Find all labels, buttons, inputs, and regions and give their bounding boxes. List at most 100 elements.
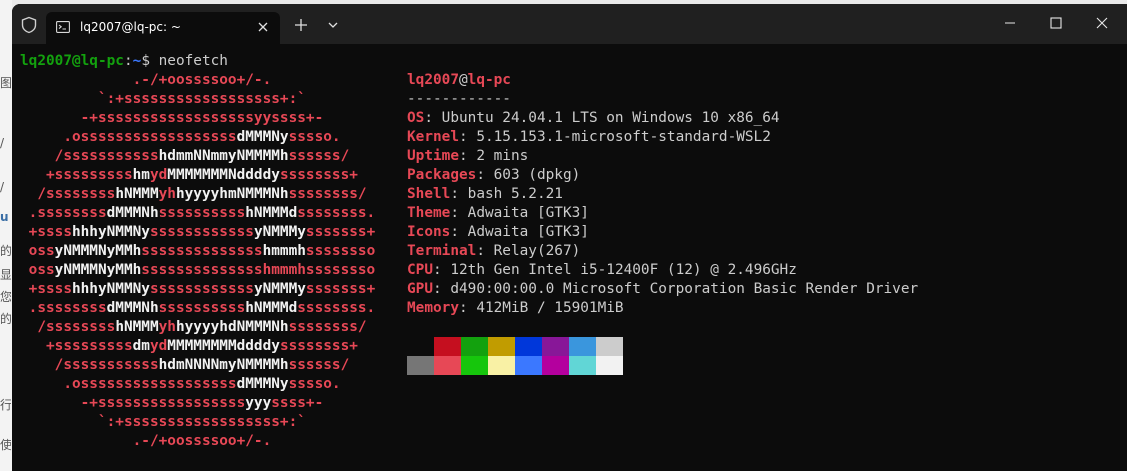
close-icon[interactable] (1096, 17, 1108, 29)
logo-segment: /sssssssssss (20, 357, 159, 373)
prompt-dollar: $ (141, 53, 159, 69)
logo-segment: -+ssssssssssssssssssyyssss+- (20, 110, 324, 126)
minimize-icon[interactable] (1004, 17, 1016, 29)
logo-segment: MMMMMMMNddddy (167, 167, 280, 183)
logo-segment: ssssssssss (158, 205, 246, 221)
logo-segment: +ssss (20, 224, 72, 240)
info-field-label: Uptime (407, 148, 459, 164)
logo-segment: ssssssss/ (288, 186, 367, 202)
logo-segment: hNMMM (115, 319, 159, 335)
logo-line: ossyNMMMNyMMhsssssssssssssshmmmhssssssso (20, 242, 376, 261)
logo-segment: sssssssssssssshmmmhssssssso (141, 262, 376, 278)
logo-segment: yd (149, 338, 168, 354)
logo-segment: ssssssso (305, 243, 376, 259)
info-field-gpu: GPU: d490:00:00.0 Microsoft Corporation … (407, 280, 918, 299)
logo-segment: hm (132, 167, 150, 183)
logo-segment: ssssssssssss (149, 281, 254, 297)
color-swatch (596, 356, 623, 375)
logo-segment: yyy (245, 395, 272, 411)
info-field-value: 412MiB / 15901MiB (476, 300, 624, 316)
logo-segment: oss (20, 243, 55, 259)
background-text-fragment: 的 (0, 312, 11, 326)
color-swatch (542, 337, 569, 356)
plus-icon[interactable] (294, 18, 308, 32)
info-field-label: Packages (407, 167, 477, 183)
color-swatch (596, 337, 623, 356)
info-field-colon: : (476, 243, 494, 259)
logo-line: .-/+oossssoo+/-. (20, 71, 272, 90)
logo-segment: yh (158, 186, 176, 202)
info-field-os: OS: Ubuntu 24.04.1 LTS on Windows 10 x86… (407, 109, 780, 128)
background-text-fragment: u (0, 210, 9, 224)
logo-segment: hyyyyhdNMMMNh (175, 319, 289, 335)
background-text-fragment: 显 (0, 268, 11, 282)
maximize-icon[interactable] (1050, 17, 1062, 29)
info-field-kernel: Kernel: 5.15.153.1-microsoft-standard-WS… (407, 128, 771, 147)
logo-segment: hdmNNNNmyNMMMMh (158, 357, 289, 373)
background-window-strip: 图 / / u 的 显 您 的 行 使 (0, 0, 12, 471)
color-swatch (542, 356, 569, 375)
color-swatch (515, 337, 542, 356)
info-field-memory: Memory: 412MiB / 15901MiB (407, 299, 624, 318)
shield-icon[interactable] (20, 16, 38, 34)
logo-line: .-/+oossssoo+/-. (20, 432, 272, 451)
background-text-fragment: 您 (0, 290, 11, 304)
logo-segment: hNMMMd (245, 205, 298, 221)
logo-segment: hhhyNMMNy (71, 224, 150, 240)
tab-terminal[interactable]: lq2007@lq-pc: ~ (46, 12, 280, 44)
info-field-label: CPU (407, 262, 433, 278)
prompt-path: ~ (132, 53, 142, 69)
info-separator: ------------ (407, 91, 511, 107)
logo-segment: yNMMMy (253, 281, 306, 297)
prompt-line: lq2007@lq-pc:~$ neofetch (20, 52, 228, 71)
info-user: lq2007 (407, 72, 459, 88)
info-field-colon: : (458, 129, 477, 145)
title-bar[interactable]: lq2007@lq-pc: ~ (12, 4, 1127, 44)
info-field-value: Adwaita [GTK3] (467, 224, 589, 240)
logo-segment: sssssss+ (305, 224, 376, 240)
logo-segment: ssssssss/ (288, 319, 367, 335)
logo-segment: hmmmh (262, 243, 306, 259)
logo-segment: MMMMMMMMddddy (167, 338, 280, 354)
logo-line: +sssshhhyNMMNyssssssssssssyNMMMysssssss+ (20, 280, 376, 299)
info-field-colon: : (424, 110, 442, 126)
chevron-down-icon[interactable] (328, 22, 338, 28)
logo-segment: ssssssss. (297, 205, 376, 221)
info-field-value: Adwaita [GTK3] (467, 205, 589, 221)
color-swatch (461, 356, 488, 375)
info-field-colon: : (433, 281, 451, 297)
terminal-tab-icon (56, 21, 70, 33)
logo-segment: dm (132, 338, 150, 354)
logo-segment: ssssssss. (297, 300, 376, 316)
color-swatch (434, 356, 461, 375)
logo-segment: hdmmNNmmyNMMMMh (158, 148, 289, 164)
logo-segment: ssssssssss (158, 300, 246, 316)
logo-segment: .ssssssss (20, 300, 107, 316)
logo-line: /ssssssssssshdmmNNmmyNMMMMhssssss/ (20, 147, 350, 166)
logo-segment: ssssss/ (288, 148, 350, 164)
background-text-fragment: 行 (0, 398, 11, 412)
info-host: lq-pc (467, 72, 511, 88)
logo-segment: yNMMMNyMMh (54, 243, 142, 259)
logo-line: .ossssssssssssssssssdMMMNysssso. (20, 128, 340, 147)
info-field-cpu: CPU: 12th Gen Intel i5-12400F (12) @ 2.4… (407, 261, 797, 280)
logo-segment: ssssssss+ (279, 338, 358, 354)
logo-segment: dMMMNh (106, 300, 159, 316)
logo-line: ossyNMMMNyMMhsssssssssssssshmmmhssssssso (20, 261, 376, 280)
logo-line: .ossssssssssssssssssdMMMNysssso. (20, 375, 340, 394)
logo-segment: ssssss/ (288, 357, 350, 373)
info-field-terminal: Terminal: Relay(267) (407, 242, 580, 261)
prompt-colon: : (123, 53, 133, 69)
background-text-fragment: 图 (0, 76, 11, 90)
logo-segment: `:+ssssssssssssssssss+:` (20, 91, 306, 107)
logo-segment: +ssss (20, 281, 72, 297)
info-field-colon: : (458, 148, 477, 164)
logo-segment: yNMMMNyMMh (54, 262, 142, 278)
info-field-label: Kernel (407, 129, 459, 145)
background-text-fragment: / (0, 180, 5, 194)
logo-line: +sssssssssdmydMMMMMMMMddddyssssssss+ (20, 337, 358, 356)
info-field-label: Memory (407, 300, 459, 316)
close-icon[interactable] (254, 18, 272, 36)
logo-segment: ssss+- (271, 395, 324, 411)
info-title: lq2007@lq-pc (407, 71, 511, 90)
